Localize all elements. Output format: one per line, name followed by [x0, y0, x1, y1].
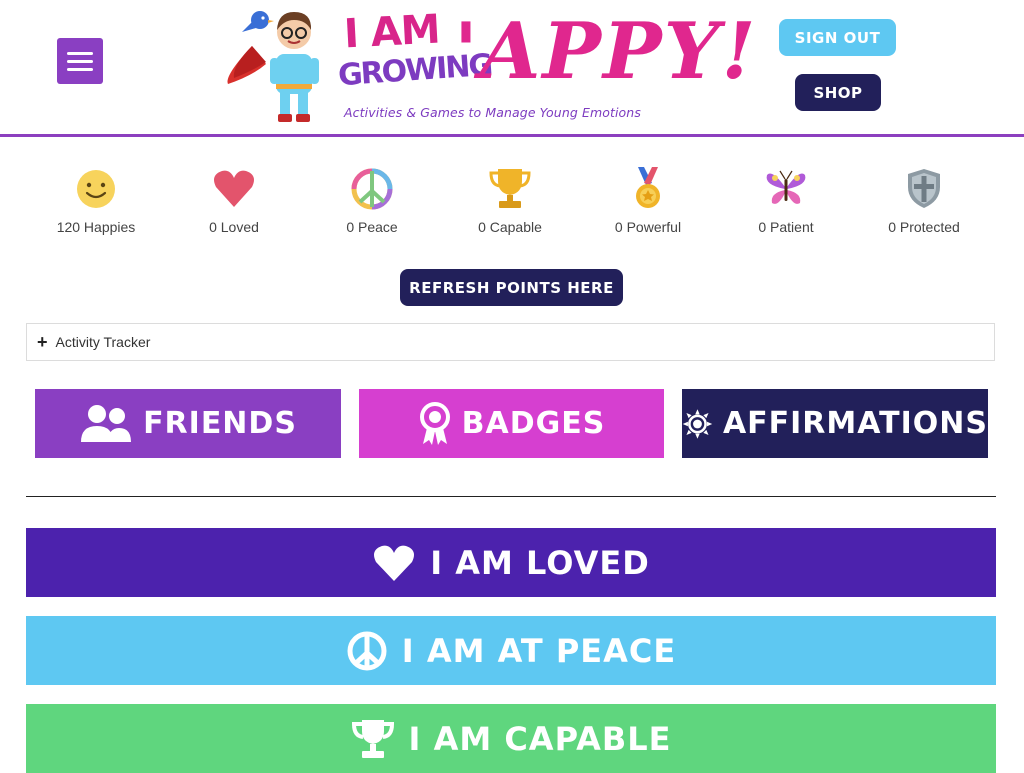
stat-powerful: 0 Powerful: [578, 165, 718, 235]
badges-button[interactable]: BADGES: [359, 389, 664, 458]
stat-capable: 0 Capable: [440, 165, 580, 235]
stat-label: 0 Powerful: [614, 219, 682, 235]
friends-button[interactable]: FRIENDS: [35, 389, 341, 458]
refresh-points-button[interactable]: REFRESH POINTS HERE: [400, 269, 623, 306]
site-header: I AM GROWING 'APPY! Activities & Games t…: [0, 0, 1024, 137]
stat-label: 0 Protected: [888, 219, 960, 235]
menu-bar-icon: [67, 59, 93, 63]
badges-label: BADGES: [461, 406, 606, 441]
trophy-icon: [489, 169, 531, 208]
activity-tracker-accordion[interactable]: + Activity Tracker: [26, 323, 995, 361]
heart-icon: [374, 545, 415, 581]
stat-label: 0 Capable: [478, 219, 542, 235]
sign-out-button[interactable]: SIGN OUT: [779, 19, 896, 56]
trophy-icon: [351, 719, 394, 758]
shop-button[interactable]: SHOP: [795, 74, 881, 111]
friends-label: FRIENDS: [143, 406, 297, 441]
peace-sign-icon: [347, 631, 387, 670]
stat-loved: 0 Loved: [164, 165, 304, 235]
menu-bar-icon: [67, 67, 93, 71]
site-logo[interactable]: I AM GROWING 'APPY! Activities & Games t…: [222, 6, 756, 130]
badge-ribbon-icon: [419, 401, 450, 445]
affirmations-button[interactable]: AFFIRMATIONS: [682, 389, 988, 458]
i-am-loved-label: I AM LOVED: [430, 543, 650, 582]
i-am-capable-button[interactable]: I AM CAPABLE: [26, 704, 996, 773]
section-divider: [26, 496, 996, 497]
logo-i-am-text: I AM: [342, 6, 441, 58]
stat-happies: 120 Happies: [26, 165, 166, 235]
stat-label: 120 Happies: [56, 219, 136, 235]
menu-bar-icon: [67, 51, 93, 55]
stat-label: 0 Loved: [209, 219, 259, 235]
butterfly-icon: [766, 170, 806, 204]
medal-icon: [636, 167, 660, 208]
plus-icon: +: [37, 332, 48, 352]
hamburger-menu-button[interactable]: [57, 38, 103, 84]
i-am-at-peace-label: I AM AT PEACE: [401, 631, 677, 670]
sun-icon: [682, 408, 713, 439]
stat-label: 0 Patient: [758, 219, 814, 235]
i-am-capable-label: I AM CAPABLE: [408, 719, 672, 758]
stat-protected: 0 Protected: [854, 165, 994, 235]
shield-icon: [908, 169, 940, 208]
smiley-face-icon: [77, 170, 115, 208]
logo-appy-text: 'APPY!: [454, 6, 758, 97]
heart-icon: [214, 170, 254, 207]
points-summary: 120 Happies 0 Loved 0 Peace 0 Capable 0 …: [26, 165, 996, 240]
i-am-loved-button[interactable]: I AM LOVED: [26, 528, 996, 597]
stat-label: 0 Peace: [346, 219, 398, 235]
stat-patient: 0 Patient: [716, 165, 856, 235]
logo-tagline: Activities & Games to Manage Young Emoti…: [344, 105, 641, 120]
i-am-at-peace-button[interactable]: I AM AT PEACE: [26, 616, 996, 685]
stat-peace: 0 Peace: [302, 165, 442, 235]
activity-tracker-label: Activity Tracker: [55, 334, 151, 350]
superhero-mascot-icon: [227, 11, 319, 122]
peace-sign-icon: [351, 168, 393, 210]
friends-icon: [81, 404, 132, 442]
affirmations-label: AFFIRMATIONS: [722, 406, 988, 441]
